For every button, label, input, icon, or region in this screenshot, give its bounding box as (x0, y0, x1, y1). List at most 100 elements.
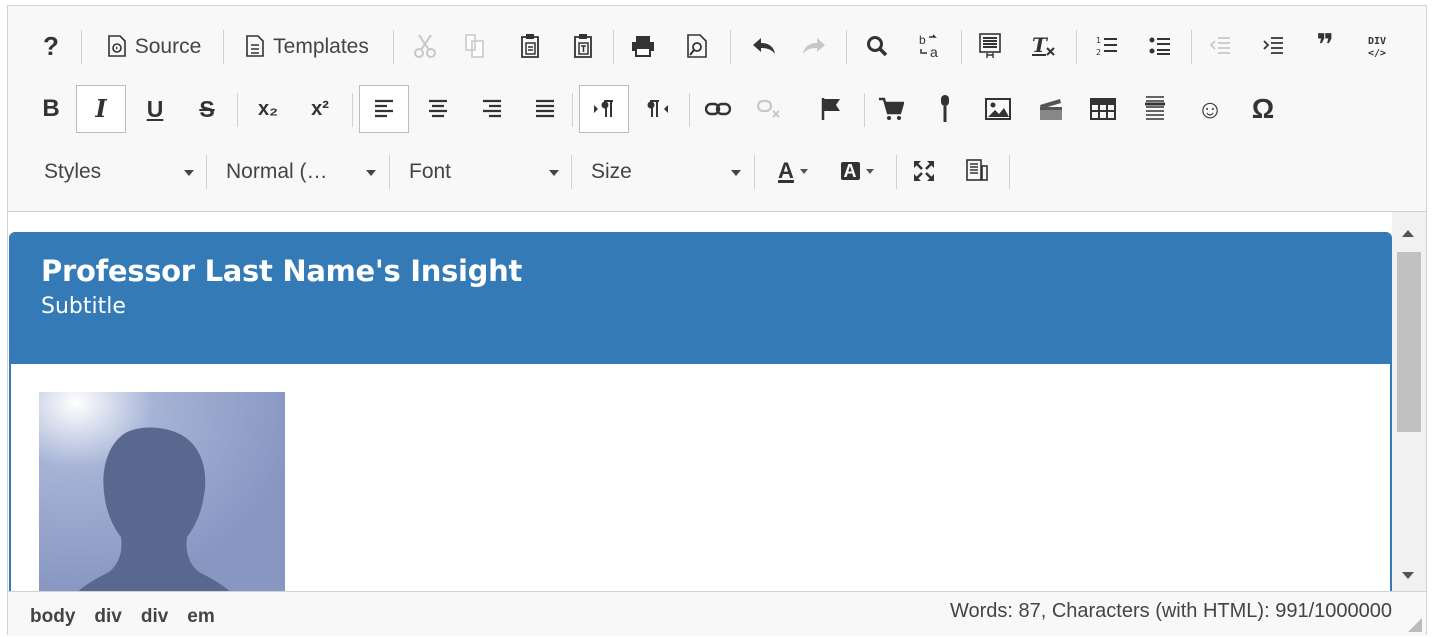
cart-icon[interactable] (874, 85, 908, 133)
toolbar-separator (206, 155, 207, 189)
toolbar-separator (864, 93, 865, 127)
toolbar-separator (961, 30, 962, 64)
path-item-body[interactable]: body (30, 606, 75, 628)
card-header: Professor Last Name's Insight Subtitle (11, 234, 1390, 364)
path-item-div[interactable]: div (141, 606, 168, 628)
help-icon[interactable]: ? (36, 22, 66, 70)
size-combo[interactable]: Size (591, 151, 741, 193)
underline-button[interactable]: U (138, 85, 172, 133)
chevron-down-icon (549, 170, 559, 176)
source-label: Source (134, 34, 202, 58)
svg-text:T: T (1032, 34, 1049, 57)
special-char-icon[interactable]: Ω (1246, 85, 1280, 133)
show-blocks-icon[interactable] (960, 147, 994, 195)
toolbar-separator (389, 155, 390, 189)
anchor-icon[interactable] (814, 85, 848, 133)
toolbar-separator (81, 30, 82, 64)
align-center-button[interactable] (421, 85, 455, 133)
italic-button[interactable]: I (76, 85, 126, 133)
superscript-button[interactable]: x² (303, 85, 337, 133)
svg-text:a: a (930, 44, 938, 59)
scroll-up-icon[interactable] (1402, 230, 1414, 237)
justify-button[interactable] (528, 85, 562, 133)
card-subtitle[interactable]: Subtitle (41, 294, 126, 319)
redo-icon[interactable] (796, 22, 832, 70)
templates-label: Templates (273, 34, 369, 58)
toolbar-separator (237, 93, 238, 127)
print-icon[interactable] (626, 22, 660, 70)
indent-icon[interactable] (1256, 22, 1290, 70)
video-icon[interactable] (1034, 85, 1068, 133)
vertical-scrollbar[interactable] (1392, 212, 1426, 591)
div-icon[interactable]: DIV </> (1360, 22, 1394, 70)
image-icon[interactable] (981, 85, 1015, 133)
unlink-icon[interactable] (753, 85, 787, 133)
replace-icon[interactable]: ba (913, 22, 947, 70)
card-title[interactable]: Professor Last Name's Insight (41, 254, 522, 288)
toolbar-separator (1009, 155, 1010, 189)
toolbar-separator (613, 30, 614, 64)
bulleted-list-icon[interactable] (1143, 22, 1177, 70)
align-left-icon (375, 99, 393, 118)
undo-icon[interactable] (746, 22, 782, 70)
numbered-list-icon[interactable]: 12 (1090, 22, 1124, 70)
table-icon[interactable] (1086, 85, 1120, 133)
paste-icon[interactable] (513, 22, 547, 70)
toolbar-separator (223, 30, 224, 64)
remove-format-icon[interactable]: T (1026, 22, 1060, 70)
path-item-div[interactable]: div (94, 606, 121, 628)
font-label: Font (409, 160, 452, 183)
styles-label: Styles (44, 160, 102, 183)
templates-button[interactable]: Templates (236, 22, 378, 70)
align-right-button[interactable] (475, 85, 509, 133)
rtl-button[interactable] (641, 85, 675, 133)
select-all-icon[interactable] (973, 22, 1007, 70)
rtl-icon (647, 100, 668, 117)
svg-text:DIV: DIV (1368, 36, 1386, 47)
path-item-em[interactable]: em (187, 606, 214, 628)
size-label: Size (591, 160, 632, 183)
format-combo[interactable]: Normal (… (226, 151, 376, 193)
link-icon[interactable] (701, 85, 735, 133)
editor-toolbar: ? Source Templates b a T 1 2 ❞ DIV </> B… (8, 6, 1426, 212)
cut-icon[interactable] (408, 22, 442, 70)
bold-button[interactable]: B (34, 85, 68, 133)
chevron-down-icon (731, 170, 741, 176)
preview-icon[interactable] (680, 22, 714, 70)
find-icon[interactable] (860, 22, 894, 70)
smiley-icon[interactable]: ☺ (1193, 85, 1227, 133)
subscript-button[interactable]: x₂ (251, 85, 285, 133)
copy-icon[interactable] (458, 22, 492, 70)
font-combo[interactable]: Font (409, 151, 559, 193)
strikethrough-button[interactable]: S (190, 85, 224, 133)
toolbar-row-3: Styles Normal (… Font Size A A (8, 147, 1426, 197)
scroll-down-icon[interactable] (1402, 572, 1414, 579)
resize-handle-icon[interactable] (1408, 618, 1422, 632)
styles-combo[interactable]: Styles (44, 151, 194, 193)
format-label: Normal (… (226, 160, 328, 183)
toolbar-separator (730, 30, 731, 64)
toolbar-separator (896, 155, 897, 189)
toolbar-separator (846, 30, 847, 64)
toolbar-row-1: ? Source Templates b a T 1 2 ❞ DIV </> (8, 22, 1426, 72)
templates-icon (246, 35, 264, 57)
source-button[interactable]: Source (96, 22, 212, 70)
paste-text-icon[interactable] (566, 22, 600, 70)
scroll-thumb[interactable] (1397, 252, 1421, 432)
avatar-placeholder-image[interactable] (39, 392, 285, 591)
align-left-button[interactable] (359, 85, 409, 133)
source-icon (107, 35, 126, 57)
svg-text:2: 2 (1096, 48, 1101, 57)
insight-card: Professor Last Name's Insight Subtitle (9, 232, 1392, 591)
toolbar-separator (689, 93, 690, 127)
element-path: body div div em (30, 606, 234, 628)
hr-icon[interactable] (1138, 85, 1172, 133)
maximize-icon[interactable] (907, 147, 941, 195)
ltr-button[interactable] (579, 85, 629, 133)
editor-content[interactable]: Professor Last Name's Insight Subtitle (8, 212, 1414, 591)
blockquote-icon[interactable]: ❞ (1308, 22, 1342, 70)
bg-color-button[interactable]: A (832, 147, 882, 195)
text-color-button[interactable]: A (768, 147, 818, 195)
mic-icon[interactable] (928, 85, 962, 133)
outdent-icon[interactable] (1203, 22, 1237, 70)
